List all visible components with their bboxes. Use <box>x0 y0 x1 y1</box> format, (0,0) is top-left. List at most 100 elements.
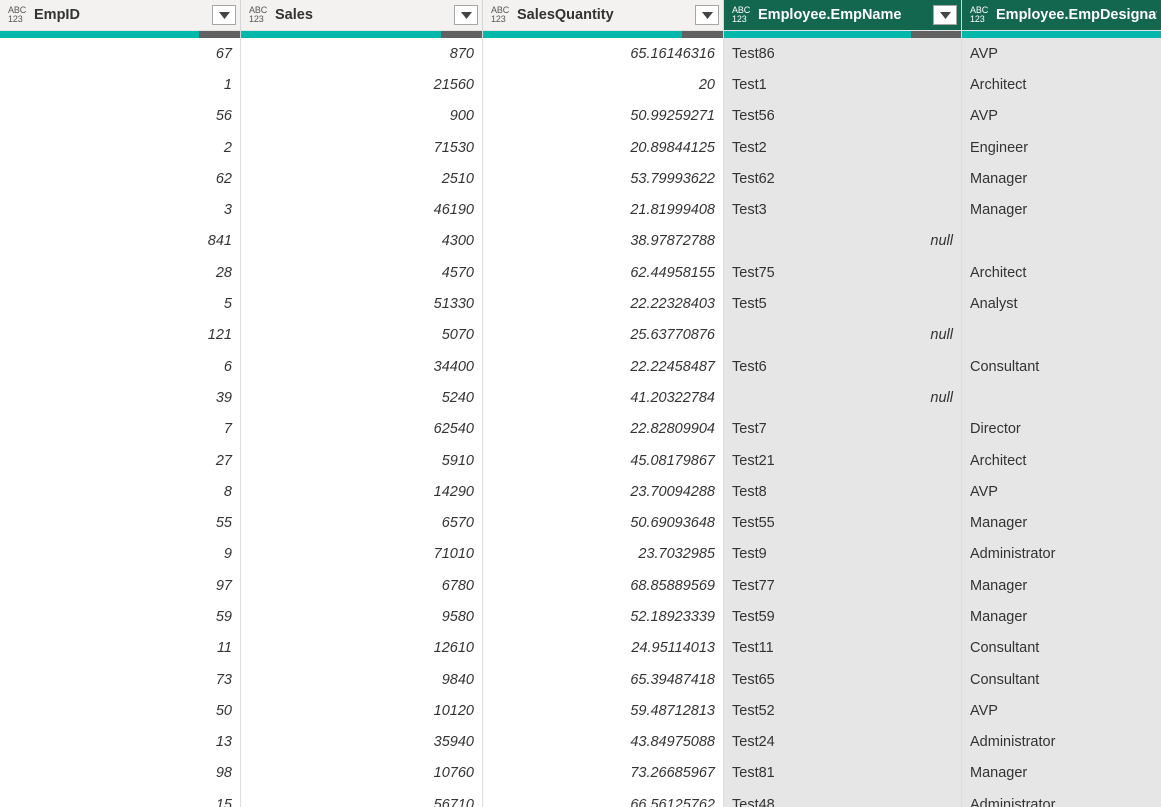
column-header-empid[interactable]: ABC 123 EmpID <box>0 0 241 31</box>
cell-empid[interactable]: 97 <box>0 570 241 602</box>
column-filter-dropdown-sales[interactable] <box>454 5 478 25</box>
cell-salesquantity[interactable]: 52.18923339 <box>483 601 724 633</box>
cell-empdesignation[interactable]: AVP <box>962 100 1161 132</box>
cell-sales[interactable]: 35940 <box>241 726 483 758</box>
cell-empname[interactable]: Test2 <box>724 131 962 164</box>
table-row[interactable]: 13 35940 43.84975088 Test24 Administrator <box>0 726 1161 758</box>
column-header-employee-empdesignation[interactable]: ABC123 Employee.EmpDesignation <box>962 0 1161 31</box>
cell-empdesignation[interactable]: Consultant <box>962 663 1161 696</box>
cell-sales[interactable]: 10760 <box>241 757 483 790</box>
table-row[interactable]: 39 5240 41.20322784 null <box>0 382 1161 414</box>
cell-empid[interactable]: 28 <box>0 257 241 289</box>
cell-sales[interactable]: 10120 <box>241 695 483 727</box>
table-row[interactable]: 50 10120 59.48712813 Test52 AVP <box>0 695 1161 727</box>
table-row[interactable]: 15 56710 66.56125762 Test48 Administrator <box>0 789 1161 807</box>
cell-empid[interactable]: 121 <box>0 319 241 351</box>
cell-empid[interactable]: 7 <box>0 413 241 445</box>
cell-empname[interactable]: Test9 <box>724 538 962 571</box>
cell-empid[interactable]: 55 <box>0 507 241 539</box>
table-row[interactable]: 7 62540 22.82809904 Test7 Director <box>0 413 1161 445</box>
cell-empname[interactable]: Test62 <box>724 163 962 195</box>
cell-empdesignation[interactable]: Engineer <box>962 131 1161 164</box>
cell-empid[interactable]: 73 <box>0 663 241 696</box>
cell-empid[interactable]: 15 <box>0 789 241 807</box>
cell-sales[interactable]: 62540 <box>241 413 483 445</box>
cell-empname[interactable]: Test3 <box>724 194 962 226</box>
data-rows-container[interactable]: 67 870 65.16146316 Test86 AVP 1 21560 20 Test1 Ar… <box>0 38 1161 807</box>
cell-empname[interactable]: Test7 <box>724 413 962 445</box>
cell-empdesignation[interactable]: Manager <box>962 507 1161 539</box>
cell-salesquantity[interactable]: 41.20322784 <box>483 382 724 414</box>
cell-empid[interactable]: 11 <box>0 632 241 664</box>
cell-null-value[interactable]: null <box>724 319 962 351</box>
cell-sales[interactable]: 34400 <box>241 350 483 383</box>
cell-empname[interactable]: Test21 <box>724 444 962 477</box>
cell-sales[interactable]: 51330 <box>241 288 483 320</box>
cell-empname[interactable]: Test86 <box>724 38 962 70</box>
table-row[interactable]: 8 14290 23.70094288 Test8 AVP <box>0 476 1161 508</box>
cell-empid[interactable]: 98 <box>0 757 241 790</box>
cell-empid[interactable]: 6 <box>0 350 241 383</box>
cell-empdesignation[interactable]: Architect <box>962 69 1161 101</box>
cell-sales[interactable]: 9840 <box>241 663 483 696</box>
cell-salesquantity[interactable]: 25.63770876 <box>483 319 724 351</box>
table-row[interactable]: 2 71530 20.89844125 Test2 Engineer <box>0 131 1161 164</box>
cell-sales[interactable]: 46190 <box>241 194 483 226</box>
cell-sales[interactable]: 4300 <box>241 225 483 258</box>
column-filter-dropdown-salesquantity[interactable] <box>695 5 719 25</box>
cell-sales[interactable]: 71530 <box>241 131 483 164</box>
cell-salesquantity[interactable]: 68.85889569 <box>483 570 724 602</box>
cell-sales[interactable]: 2510 <box>241 163 483 195</box>
cell-sales[interactable]: 9580 <box>241 601 483 633</box>
cell-empid[interactable]: 5 <box>0 288 241 320</box>
cell-empid[interactable]: 67 <box>0 38 241 70</box>
cell-empdesignation[interactable] <box>962 382 1161 414</box>
cell-salesquantity[interactable]: 38.97872788 <box>483 225 724 258</box>
cell-sales[interactable]: 6570 <box>241 507 483 539</box>
cell-empid[interactable]: 841 <box>0 225 241 258</box>
cell-empid[interactable]: 2 <box>0 131 241 164</box>
table-row[interactable]: 6 34400 22.22458487 Test6 Consultant <box>0 350 1161 383</box>
table-row[interactable]: 5 51330 22.22328403 Test5 Analyst <box>0 288 1161 320</box>
cell-salesquantity[interactable]: 22.22328403 <box>483 288 724 320</box>
table-row[interactable]: 28 4570 62.44958155 Test75 Architect <box>0 257 1161 289</box>
cell-empid[interactable]: 59 <box>0 601 241 633</box>
cell-null-value[interactable]: null <box>724 382 962 414</box>
cell-empname[interactable]: Test77 <box>724 570 962 602</box>
cell-empid[interactable]: 3 <box>0 194 241 226</box>
cell-empid[interactable]: 13 <box>0 726 241 758</box>
cell-empdesignation[interactable]: Manager <box>962 163 1161 195</box>
cell-salesquantity[interactable]: 43.84975088 <box>483 726 724 758</box>
cell-empname[interactable]: Test81 <box>724 757 962 790</box>
cell-sales[interactable]: 870 <box>241 38 483 70</box>
table-row[interactable]: 59 9580 52.18923339 Test59 Manager <box>0 601 1161 633</box>
cell-null-value[interactable]: null <box>724 225 962 258</box>
cell-empname[interactable]: Test6 <box>724 350 962 383</box>
cell-empdesignation[interactable]: Manager <box>962 194 1161 226</box>
cell-sales[interactable]: 14290 <box>241 476 483 508</box>
table-row[interactable]: 841 4300 38.97872788 null <box>0 225 1161 258</box>
cell-empdesignation[interactable]: Administrator <box>962 726 1161 758</box>
cell-sales[interactable]: 6780 <box>241 570 483 602</box>
cell-empdesignation[interactable]: AVP <box>962 476 1161 508</box>
cell-sales[interactable]: 56710 <box>241 789 483 807</box>
cell-salesquantity[interactable]: 20 <box>483 69 724 101</box>
table-row[interactable]: 27 5910 45.08179867 Test21 Architect <box>0 444 1161 477</box>
column-filter-dropdown-empid[interactable] <box>212 5 236 25</box>
table-row[interactable]: 9 71010 23.7032985 Test9 Administrator <box>0 538 1161 571</box>
cell-sales[interactable]: 900 <box>241 100 483 132</box>
cell-empid[interactable]: 8 <box>0 476 241 508</box>
cell-empname[interactable]: Test8 <box>724 476 962 508</box>
column-quality-bar-salesquantity[interactable] <box>483 31 724 38</box>
column-quality-bar-sales[interactable] <box>241 31 483 38</box>
cell-salesquantity[interactable]: 50.69093648 <box>483 507 724 539</box>
cell-salesquantity[interactable]: 62.44958155 <box>483 257 724 289</box>
column-quality-bar-empdesignation[interactable] <box>962 31 1161 38</box>
cell-empname[interactable]: Test56 <box>724 100 962 132</box>
cell-salesquantity[interactable]: 59.48712813 <box>483 695 724 727</box>
cell-salesquantity[interactable]: 53.79993622 <box>483 163 724 195</box>
cell-empid[interactable]: 56 <box>0 100 241 132</box>
cell-empdesignation[interactable]: Manager <box>962 757 1161 790</box>
table-row[interactable]: 73 9840 65.39487418 Test65 Consultant <box>0 663 1161 696</box>
cell-sales[interactable]: 4570 <box>241 257 483 289</box>
